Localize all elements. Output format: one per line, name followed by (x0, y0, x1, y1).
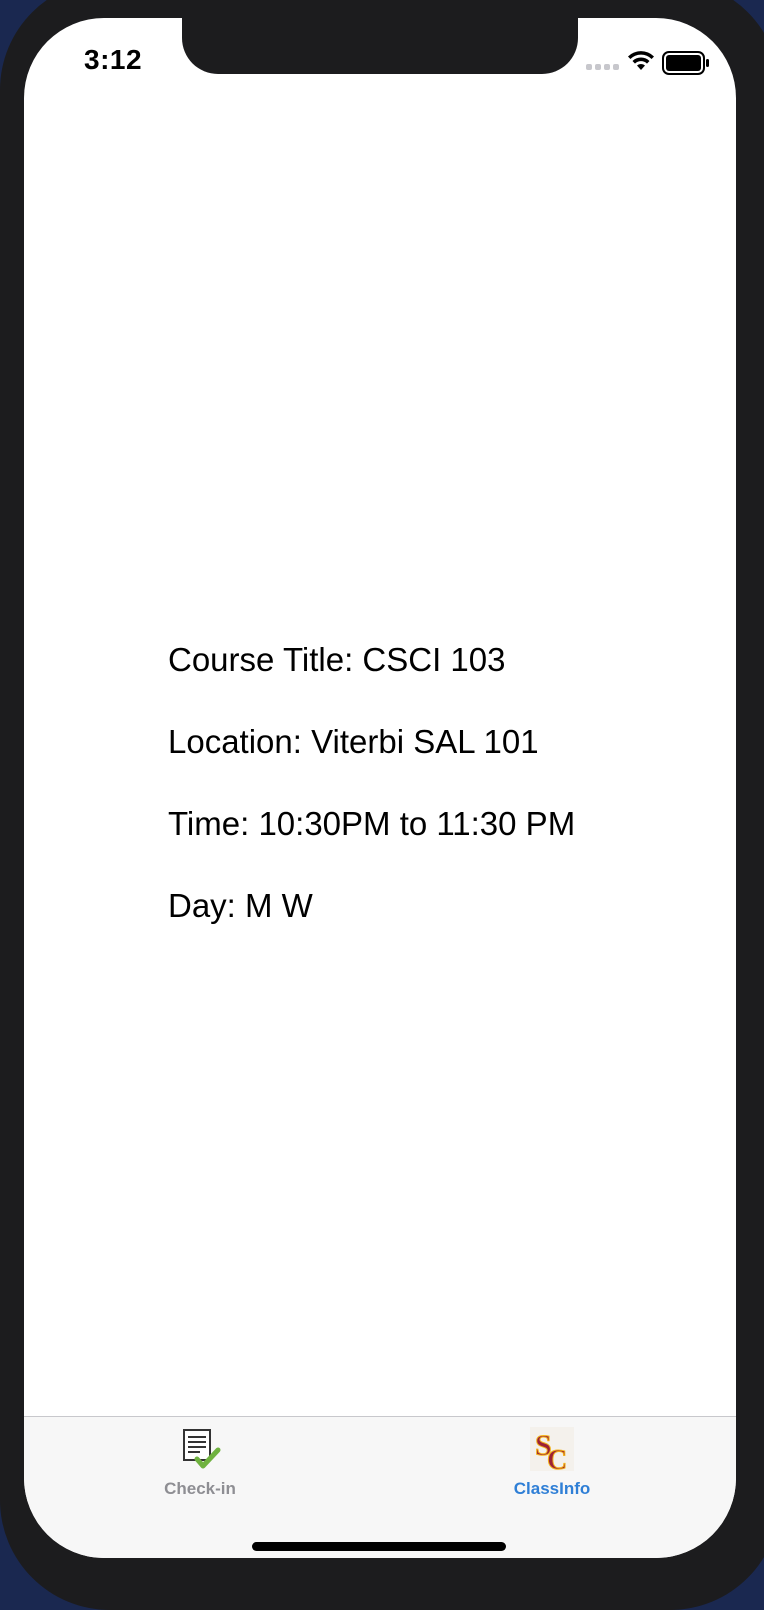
tab-label-check-in: Check-in (164, 1479, 236, 1498)
checklist-icon (183, 1429, 221, 1469)
usc-logo-icon: S C (530, 1427, 574, 1471)
tab-class-info[interactable]: S C ClassInfo (482, 1427, 622, 1499)
tab-check-in[interactable]: Check-in (130, 1427, 270, 1499)
day-label: Day: M W (168, 887, 313, 924)
cellular-signal-icon (586, 64, 619, 70)
time-label: Time: 10:30PM to 11:30 PM (168, 805, 576, 842)
wifi-icon (628, 51, 654, 70)
app-screen: 3:12 Course Title: CSCI 103 Location: Vi… (24, 18, 736, 1558)
tab-bar: Check-in S C ClassInfo (24, 1416, 736, 1558)
home-indicator[interactable] (252, 1542, 506, 1551)
battery-icon (662, 51, 709, 75)
course-title-label: Course Title: CSCI 103 (168, 641, 506, 678)
device-notch (182, 18, 578, 74)
svg-text:C: C (547, 1445, 567, 1471)
class-info-panel: Course Title: CSCI 103 Location: Viterbi… (168, 638, 575, 966)
tab-label-class-info: ClassInfo (513, 1479, 591, 1498)
status-time: 3:12 (84, 44, 143, 75)
location-label: Location: Viterbi SAL 101 (168, 723, 539, 760)
